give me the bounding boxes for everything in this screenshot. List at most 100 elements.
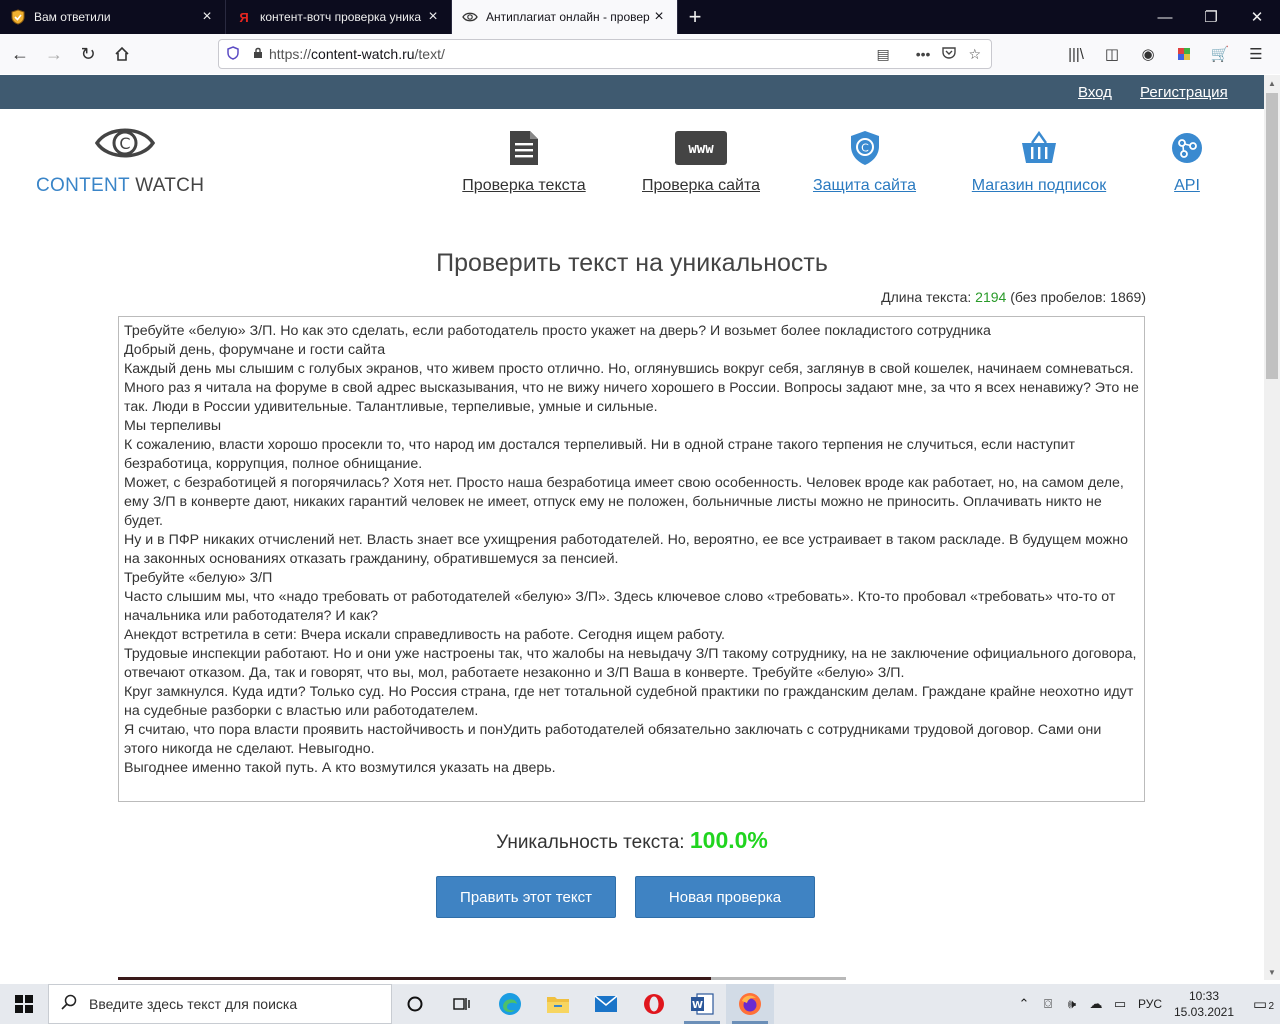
cart-icon[interactable]: 🛒 — [1206, 38, 1234, 70]
reader-view-icon[interactable]: ▤ — [876, 46, 889, 63]
close-icon[interactable]: × — [425, 8, 441, 26]
windows-start-icon[interactable] — [0, 984, 48, 1024]
url-host: content-watch.ru — [311, 46, 415, 62]
edge-icon[interactable] — [486, 984, 534, 1024]
tab-title: Антиплагиат онлайн - провер — [486, 10, 650, 24]
navigation-toolbar: ← → ↻ https://content-watch.ru/text/ ▤ •… — [0, 34, 1280, 74]
menu-item-subscriptions[interactable]: Магазин подписок — [966, 127, 1112, 195]
new-check-button[interactable]: Новая проверка — [635, 876, 815, 918]
show-hidden-icons-icon[interactable]: ⌃ — [1012, 996, 1036, 1012]
site-top-strip: Вход Регистрация — [0, 75, 1264, 109]
scrollbar-thumb[interactable] — [1266, 93, 1278, 379]
logo-wordmark: CONTENT WATCH — [36, 175, 204, 197]
site-logo[interactable]: C CONTENT WATCH — [36, 123, 212, 203]
sidebar-icon[interactable]: ◫ — [1098, 38, 1126, 70]
menu-item-site-protection[interactable]: C Защита сайта — [813, 127, 916, 195]
window-controls: — ❐ ✕ — [1142, 0, 1280, 34]
length-label: Длина текста: — [881, 289, 972, 305]
www-icon-text: www — [688, 141, 714, 157]
language-indicator[interactable]: РУС — [1132, 997, 1168, 1011]
opera-icon[interactable] — [630, 984, 678, 1024]
home-icon[interactable] — [106, 38, 138, 70]
browser-tab-3[interactable]: Антиплагиат онлайн - провер × — [452, 0, 678, 34]
eye-logo-icon: C — [94, 128, 156, 158]
yandex-icon: Я — [239, 9, 249, 25]
tab-title: Вам ответили — [34, 10, 111, 24]
pocket-icon[interactable] — [942, 46, 957, 63]
page-scrollbar[interactable]: ▲ ▼ — [1264, 75, 1280, 980]
cloud-icon[interactable]: ☁ — [1084, 996, 1108, 1012]
uniqueness-result: Уникальность текста: 100.0% — [0, 827, 1264, 854]
new-tab-button[interactable]: + — [678, 0, 712, 34]
menu-icon[interactable]: ☰ — [1242, 38, 1270, 70]
text-length-info: Длина текста: 2194 (без пробелов: 1869) — [881, 289, 1146, 305]
logo-part2: WATCH — [135, 175, 205, 196]
search-placeholder: Введите здесь текст для поиска — [89, 996, 298, 1012]
browser-tab-2[interactable]: Я контент-вотч проверка уника × — [226, 0, 452, 34]
back-icon[interactable]: ← — [4, 38, 36, 70]
tracking-protection-icon[interactable] — [219, 45, 247, 63]
checked-text-area[interactable]: Требуйте «белую» З/П. Но как это сделать… — [118, 316, 1145, 802]
login-link[interactable]: Вход — [1078, 84, 1112, 101]
bottom-bar-light — [711, 977, 846, 980]
www-icon: www — [674, 127, 728, 169]
text-line: Добрый день, форумчане и гости сайта — [124, 342, 386, 358]
taskbar-clock[interactable]: 10:33 15.03.2021 — [1168, 988, 1240, 1020]
page-title: Проверить текст на уникальность — [436, 249, 828, 277]
windows-taskbar: Введите здесь текст для поиска W ⌃ ⌼ 🕪 ☁… — [0, 984, 1280, 1024]
length-value: 2194 — [975, 289, 1007, 305]
edit-text-button[interactable]: Править этот текст — [436, 876, 616, 918]
forward-icon[interactable]: → — [38, 38, 70, 70]
url-text[interactable]: https://content-watch.ru/text/ — [269, 46, 876, 62]
api-nodes-icon — [1171, 127, 1203, 169]
scroll-down-icon[interactable]: ▼ — [1264, 964, 1280, 980]
network-icon[interactable]: ▭ — [1108, 996, 1132, 1012]
reload-icon[interactable]: ↻ — [72, 38, 104, 70]
text-line: Ну и в ПФР никаких отчислений нет. Власт… — [124, 532, 1128, 567]
menu-item-text-check[interactable]: Проверка текста — [459, 127, 589, 195]
text-line: Часто слышим мы, что «надо требовать от … — [124, 589, 1116, 624]
restore-icon[interactable]: ❐ — [1188, 0, 1234, 34]
extension-icon[interactable] — [1170, 38, 1198, 70]
length-nospaces: (без пробелов: 1869) — [1010, 289, 1146, 305]
account-icon[interactable]: ◉ — [1134, 38, 1162, 70]
bookmark-star-icon[interactable]: ☆ — [968, 46, 981, 63]
menu-label: Магазин подписок — [971, 177, 1107, 194]
tab-bar: Вам ответили × Я контент-вотч проверка у… — [0, 0, 1280, 34]
menu-label: Проверка сайта — [642, 177, 760, 194]
address-bar[interactable]: https://content-watch.ru/text/ ▤ ••• ☆ — [218, 39, 992, 69]
text-line: Много раз я читала на форуме в свой адре… — [124, 380, 1139, 415]
volume-icon[interactable]: 🕪 — [1060, 996, 1084, 1012]
notifications-icon[interactable]: ▭ 2 — [1240, 995, 1280, 1013]
file-explorer-icon[interactable] — [534, 984, 582, 1024]
uniqueness-value: 100.0% — [689, 827, 768, 853]
text-line: Трудовые инспекции работают. Но и они уж… — [124, 646, 1137, 681]
menu-item-api[interactable]: API — [1162, 127, 1212, 195]
task-view-icon[interactable] — [438, 984, 486, 1024]
close-icon[interactable]: × — [199, 8, 215, 26]
basket-icon — [1020, 127, 1058, 169]
menu-item-site-check[interactable]: www Проверка сайта — [639, 127, 763, 195]
menu-label: API — [1174, 177, 1200, 194]
minimize-icon[interactable]: — — [1142, 0, 1188, 34]
url-path: /text/ — [414, 46, 445, 62]
usb-device-icon[interactable]: ⌼ — [1036, 996, 1060, 1012]
scroll-up-icon[interactable]: ▲ — [1264, 75, 1280, 91]
text-line: Требуйте «белую» З/П. Но как это сделать… — [124, 323, 991, 339]
taskbar-search-box[interactable]: Введите здесь текст для поиска — [48, 984, 392, 1024]
firefox-icon[interactable] — [726, 984, 774, 1024]
lock-icon[interactable] — [247, 47, 269, 62]
close-icon[interactable]: × — [651, 8, 667, 26]
bottom-bar-dark — [118, 977, 711, 980]
library-icon[interactable]: |||\ — [1062, 38, 1090, 70]
notification-count: 2 — [1268, 1001, 1274, 1012]
mail-icon[interactable] — [582, 984, 630, 1024]
close-window-icon[interactable]: ✕ — [1234, 0, 1280, 34]
search-icon — [49, 994, 89, 1015]
register-link[interactable]: Регистрация — [1140, 84, 1228, 101]
cortana-icon[interactable] — [392, 984, 438, 1024]
browser-tab-1[interactable]: Вам ответили × — [0, 0, 226, 34]
word-icon[interactable]: W — [678, 984, 726, 1024]
web-page: Вход Регистрация C CONTENT WATCH Проверк… — [0, 75, 1264, 980]
page-actions-icon[interactable]: ••• — [916, 46, 931, 63]
